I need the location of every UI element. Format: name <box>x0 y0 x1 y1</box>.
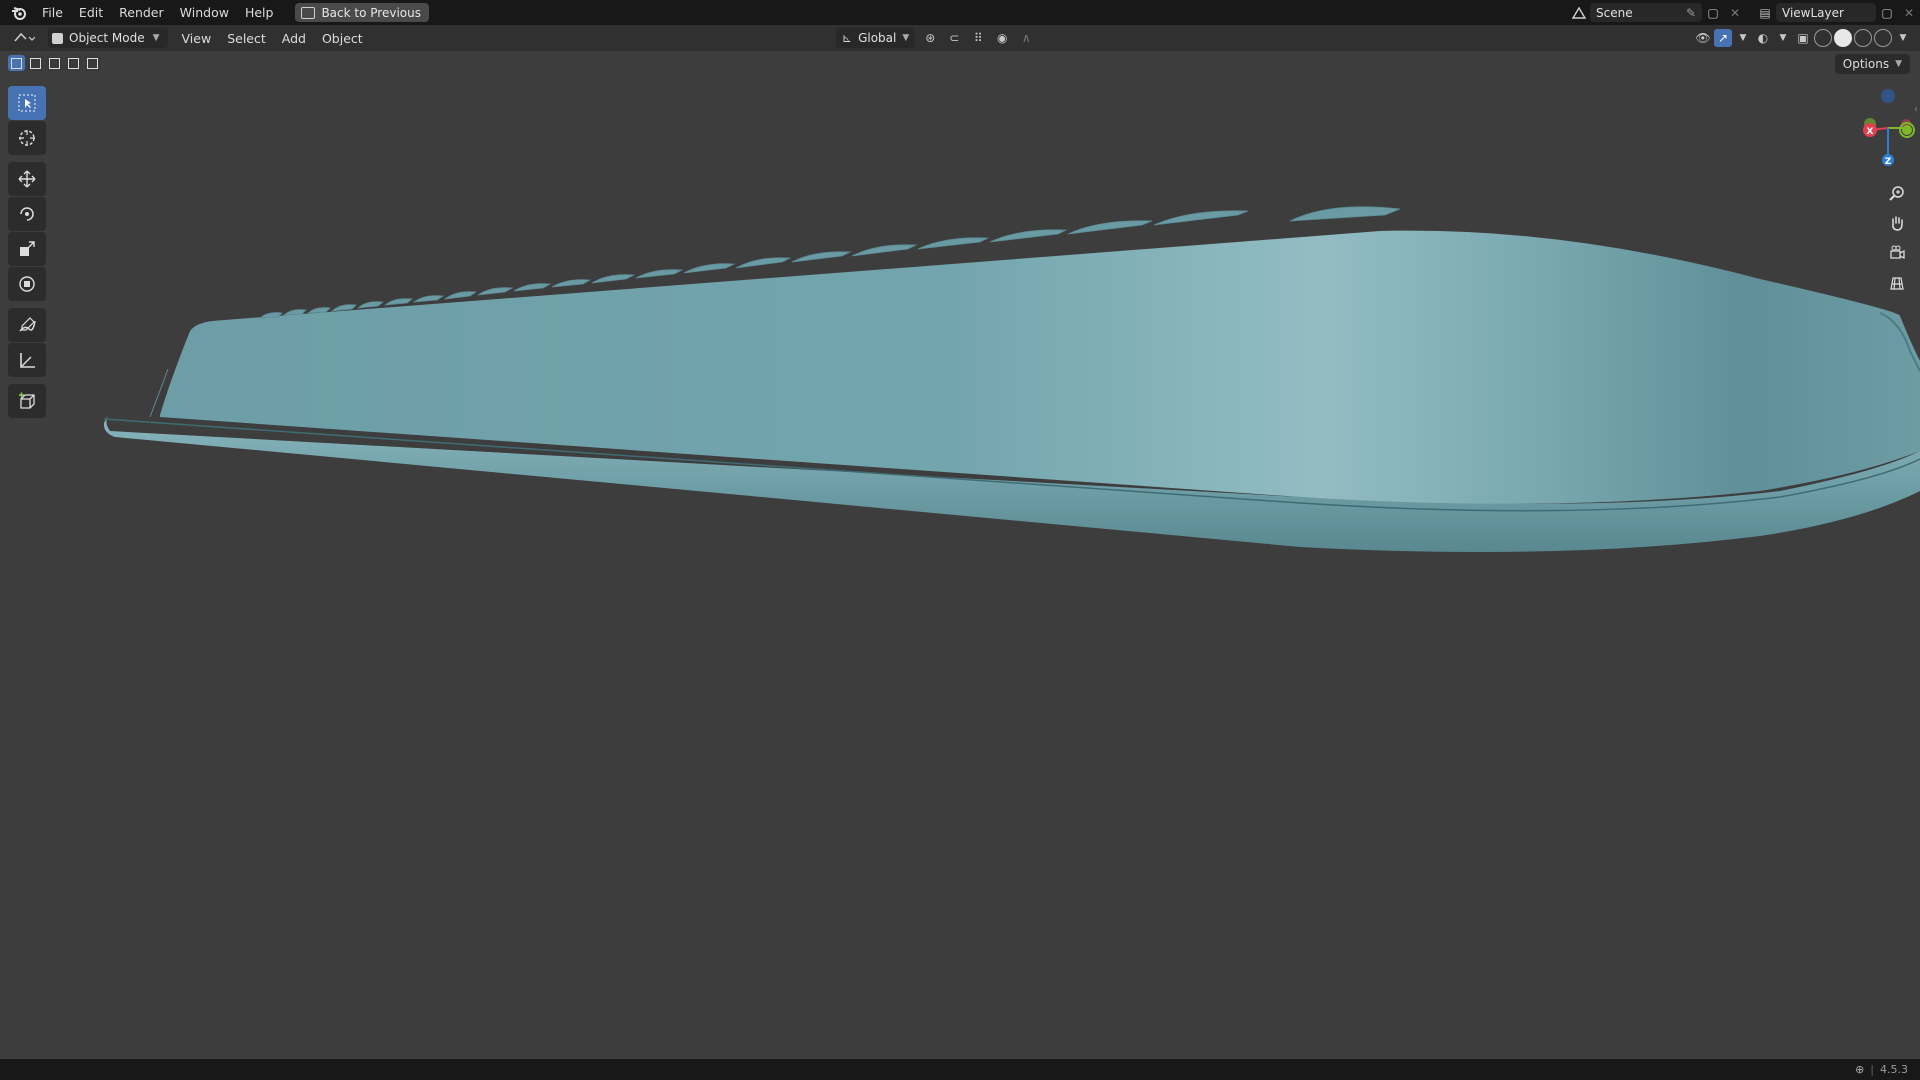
gizmo-x-label: X <box>1867 127 1874 137</box>
mode-dropdown[interactable]: Object Mode ▼ <box>48 28 168 48</box>
falloff-icon[interactable]: ∧ <box>1017 29 1035 47</box>
keyboard-model[interactable] <box>0 51 1920 1059</box>
blender-logo-icon[interactable] <box>10 4 28 22</box>
viewport-header: Object Mode ▼ View Select Add Object ⊾ G… <box>0 25 1920 51</box>
sidebar-toggle-icon[interactable]: ‹ <box>1914 104 1918 115</box>
gizmo-toggle-icon[interactable]: ↗ <box>1714 29 1732 47</box>
select-invert-icon[interactable] <box>65 55 82 71</box>
editor-type-icon[interactable] <box>6 28 42 48</box>
pin-icon[interactable]: ✎ <box>1686 6 1696 20</box>
perspective-grid-icon[interactable] <box>1884 270 1910 296</box>
options-dropdown[interactable]: Options ▼ <box>1834 54 1910 74</box>
visibility-icon[interactable]: 👁 <box>1694 29 1712 47</box>
menu-add[interactable]: Add <box>274 31 314 46</box>
material-shading-icon[interactable] <box>1854 29 1872 47</box>
top-menu-bar: File Edit Render Window Help Back to Pre… <box>0 0 1920 25</box>
zoom-icon[interactable] <box>1884 180 1910 206</box>
chevron-down-icon: ▼ <box>152 33 160 43</box>
wireframe-shading-icon[interactable] <box>1814 29 1832 47</box>
back-to-previous-button[interactable]: Back to Previous <box>295 3 429 22</box>
xray-icon[interactable]: ▣ <box>1794 29 1812 47</box>
menu-file[interactable]: File <box>34 0 71 25</box>
viewport-display-tools: 👁 ↗ ▼ ◐ ▼ ▣ ▼ <box>1694 28 1912 48</box>
select-box-tool-icon[interactable] <box>8 86 46 120</box>
menu-window[interactable]: Window <box>172 0 237 25</box>
select-intersect-icon[interactable] <box>84 55 101 71</box>
options-label: Options <box>1842 57 1890 71</box>
add-cube-tool-icon[interactable] <box>8 384 46 418</box>
snap-icon[interactable]: ⊂ <box>945 29 963 47</box>
overlays-icon[interactable]: ◐ <box>1754 29 1772 47</box>
scene-type-icon[interactable] <box>1568 3 1590 22</box>
orientation-axes-icon: ⊾ <box>842 31 853 45</box>
version-label: 4.5.3 <box>1880 1063 1908 1076</box>
select-extend-icon[interactable] <box>27 55 44 71</box>
chevron-down-icon: ▼ <box>1895 59 1902 69</box>
view-layer-name: ViewLayer <box>1782 5 1844 20</box>
snap-target-icon[interactable]: ⠿ <box>969 29 987 47</box>
transform-orientation-dropdown[interactable]: ⊾ Global ▼ <box>836 28 916 48</box>
delete-scene-icon[interactable]: ✕ <box>1724 3 1746 22</box>
annotate-tool-icon[interactable] <box>8 308 46 342</box>
transform-tool-icon[interactable] <box>8 267 46 301</box>
select-subtract-icon[interactable] <box>46 55 63 71</box>
navigation-gizmo[interactable]: X Z <box>1840 84 1920 174</box>
pivot-point-icon[interactable]: ⊛ <box>921 29 939 47</box>
transform-tools: ⊾ Global ▼ ⊛ ⊂ ⠿ ◉ ∧ <box>836 28 1035 48</box>
selection-mode-buttons <box>8 55 101 71</box>
shading-dropdown-icon[interactable]: ▼ <box>1894 29 1912 47</box>
rotate-tool-icon[interactable] <box>8 197 46 231</box>
menu-select[interactable]: Select <box>219 31 274 46</box>
menu-edit[interactable]: Edit <box>71 0 111 25</box>
view-layer-selector[interactable]: ViewLayer <box>1776 3 1876 22</box>
menu-help[interactable]: Help <box>237 0 282 25</box>
menu-object[interactable]: Object <box>314 31 371 46</box>
object-mode-icon <box>52 32 63 44</box>
new-scene-icon[interactable]: ▢ <box>1702 3 1724 22</box>
tool-shelf <box>8 86 46 419</box>
back-to-previous-label: Back to Previous <box>321 5 421 20</box>
workspace-selectors: Scene ✎ ▢ ✕ ▤ ViewLayer ▢ ✕ <box>1568 0 1920 25</box>
3d-viewport[interactable] <box>0 51 1920 1059</box>
move-tool-icon[interactable] <box>8 162 46 196</box>
select-new-icon[interactable] <box>8 55 25 71</box>
orientation-label: Global <box>858 31 897 45</box>
status-bar: ⊕ | 4.5.3 <box>0 1059 1920 1080</box>
delete-view-layer-icon[interactable]: ✕ <box>1898 3 1920 22</box>
screen-icon <box>301 6 316 19</box>
proportional-editing-icon[interactable]: ◉ <box>993 29 1011 47</box>
scene-selector[interactable]: Scene ✎ <box>1590 3 1702 22</box>
menu-render[interactable]: Render <box>111 0 172 25</box>
mode-label: Object Mode <box>69 31 145 45</box>
scene-name: Scene <box>1596 5 1633 20</box>
gizmo-dropdown-icon[interactable]: ▼ <box>1734 29 1752 47</box>
camera-view-icon[interactable] <box>1884 240 1910 266</box>
pan-hand-icon[interactable] <box>1884 210 1910 236</box>
globe-icon: ⊕ <box>1855 1063 1865 1076</box>
solid-shading-icon[interactable] <box>1834 29 1852 47</box>
overlays-dropdown-icon[interactable]: ▼ <box>1774 29 1792 47</box>
menu-view[interactable]: View <box>174 31 220 46</box>
measure-tool-icon[interactable] <box>8 343 46 377</box>
cursor-tool-icon[interactable] <box>8 121 46 155</box>
view-layer-type-icon[interactable]: ▤ <box>1754 3 1776 22</box>
new-view-layer-icon[interactable]: ▢ <box>1876 3 1898 22</box>
gizmo-z-label: Z <box>1885 157 1892 167</box>
chevron-down-icon: ▼ <box>902 33 910 43</box>
rendered-shading-icon[interactable] <box>1874 29 1892 47</box>
scale-tool-icon[interactable] <box>8 232 46 266</box>
